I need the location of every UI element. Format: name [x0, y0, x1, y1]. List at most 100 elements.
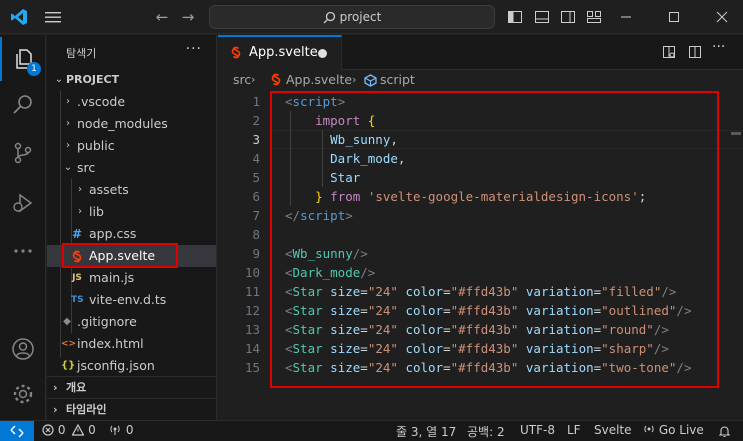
go-live-label: Go Live — [658, 423, 704, 437]
ts-file-icon: TS — [71, 295, 84, 305]
language-mode[interactable]: Svelte — [594, 423, 632, 437]
json-file-icon: {} — [61, 360, 76, 371]
chevron-down-icon: ⌄ — [63, 162, 73, 173]
eol-setting[interactable]: LF — [567, 423, 581, 437]
breadcrumb-symbol[interactable]: script — [380, 70, 415, 90]
project-folder-header[interactable]: ⌄ PROJECT — [47, 69, 216, 91]
maximize-icon[interactable] — [663, 6, 685, 28]
line-number: 10 — [244, 265, 260, 280]
toggle-primary-sidebar-icon[interactable] — [507, 9, 523, 25]
go-live-icon — [644, 425, 654, 433]
line-number: 6 — [252, 189, 260, 204]
gitignore-file-icon: ◆ — [63, 316, 71, 327]
warning-count: 0 — [88, 423, 96, 437]
search-icon — [13, 95, 32, 114]
chevron-down-icon: ⌄ — [54, 74, 64, 85]
tree-item-vscode[interactable]: › .vscode — [47, 91, 216, 113]
problems-indicator[interactable]: 0 0 — [42, 423, 96, 437]
search-placeholder: project — [339, 10, 382, 24]
error-count: 0 — [57, 423, 66, 437]
close-icon[interactable] — [711, 6, 733, 28]
line-number: 7 — [252, 208, 260, 223]
accounts-activity[interactable] — [0, 327, 46, 371]
chevron-right-icon: › — [78, 206, 82, 217]
back-arrow-icon[interactable]: ← — [153, 8, 171, 26]
tree-item-node-modules[interactable]: › node_modules — [47, 113, 216, 135]
customize-layout-icon[interactable] — [586, 9, 602, 25]
extensions-activity[interactable] — [0, 229, 46, 273]
command-center-search[interactable]: project — [209, 5, 495, 29]
line-number: 13 — [244, 322, 260, 337]
toggle-panel-icon[interactable] — [534, 9, 550, 25]
broadcast-icon — [110, 425, 120, 435]
timeline-label: 타임라인 — [66, 403, 107, 416]
tree-item-lib[interactable]: › lib — [47, 201, 216, 223]
warning-icon — [71, 423, 85, 436]
search-activity[interactable] — [0, 83, 46, 127]
editor-tabs: App.svelte ··· — [218, 35, 743, 70]
minimize-icon[interactable] — [615, 6, 637, 28]
menu-icon[interactable] — [44, 9, 62, 25]
line-number: 4 — [252, 151, 260, 166]
svelte-file-icon — [231, 46, 241, 59]
tree-item-main-js[interactable]: JS main.js — [47, 267, 216, 289]
vscode-logo-icon — [11, 9, 27, 25]
unsaved-dot-icon[interactable] — [318, 49, 327, 58]
chevron-right-icon: › — [66, 96, 70, 107]
more-icon — [14, 249, 32, 253]
encoding-setting[interactable]: UTF-8 — [520, 423, 555, 437]
tree-item-index-html[interactable]: <> index.html — [47, 333, 216, 355]
editor-scrollbar[interactable] — [729, 92, 743, 392]
tab-app-svelte[interactable]: App.svelte — [218, 35, 342, 70]
gear-icon — [13, 384, 33, 404]
line-number: 14 — [244, 341, 260, 356]
line-number: 12 — [244, 303, 260, 318]
chevron-right-icon: › — [53, 403, 58, 416]
timeline-section[interactable]: › 타임라인 — [47, 398, 217, 420]
tree-item-vite-env[interactable]: TS vite-env.d.ts — [47, 289, 216, 311]
error-icon — [42, 424, 54, 436]
toggle-secondary-sidebar-icon[interactable] — [560, 9, 576, 25]
line-number: 11 — [244, 284, 260, 299]
line-number: 3 — [252, 132, 260, 147]
explorer-activity[interactable]: 1 — [0, 37, 46, 81]
tree-item-assets[interactable]: › assets — [47, 179, 216, 201]
notifications-bell-icon[interactable] — [718, 425, 731, 438]
line-number: 15 — [244, 360, 260, 375]
open-preview-icon[interactable] — [661, 44, 677, 60]
cursor-position[interactable]: 줄 3, 열 17 — [396, 423, 456, 440]
run-debug-activity[interactable] — [0, 181, 46, 225]
outline-section[interactable]: › 개요 — [47, 376, 217, 398]
split-editor-icon[interactable] — [687, 44, 703, 60]
line-number: 8 — [252, 227, 260, 242]
indentation-setting[interactable]: 공백: 2 — [467, 423, 505, 440]
account-icon — [12, 338, 34, 360]
title-bar: ← → project — [0, 0, 743, 34]
code-highlight-box — [270, 91, 719, 388]
go-live-button[interactable]: Go Live — [643, 423, 704, 437]
line-number: 9 — [252, 246, 260, 261]
line-number: 1 — [252, 94, 260, 109]
tree-item-src[interactable]: ⌄ src — [47, 157, 216, 179]
manage-activity[interactable] — [0, 372, 46, 416]
svelte-file-icon — [271, 73, 281, 86]
tree-item-app-css[interactable]: # app.css — [47, 223, 216, 245]
tree-item-public[interactable]: › public — [47, 135, 216, 157]
tree-item-gitignore[interactable]: ◆ .gitignore — [47, 311, 216, 333]
breadcrumb-file[interactable]: App.svelte — [286, 70, 352, 90]
ports-indicator[interactable]: 0 — [108, 423, 133, 437]
remote-indicator[interactable] — [0, 421, 34, 441]
chevron-right-icon: › — [66, 118, 70, 129]
breadcrumb-folder[interactable]: src — [233, 70, 251, 90]
explorer-more-icon[interactable]: ··· — [186, 41, 202, 57]
tree-item-jsconfig[interactable]: {} jsconfig.json — [47, 355, 216, 377]
chevron-right-icon: › — [251, 73, 256, 86]
more-actions-icon[interactable]: ··· — [712, 39, 728, 55]
line-number: 2 — [252, 113, 260, 128]
tab-label: App.svelte — [249, 45, 318, 60]
chevron-right-icon: › — [66, 140, 70, 151]
source-control-activity[interactable] — [0, 131, 46, 175]
ports-count: 0 — [125, 423, 134, 437]
forward-arrow-icon[interactable]: → — [179, 8, 197, 26]
breadcrumb: src › App.svelte › script — [218, 70, 743, 90]
